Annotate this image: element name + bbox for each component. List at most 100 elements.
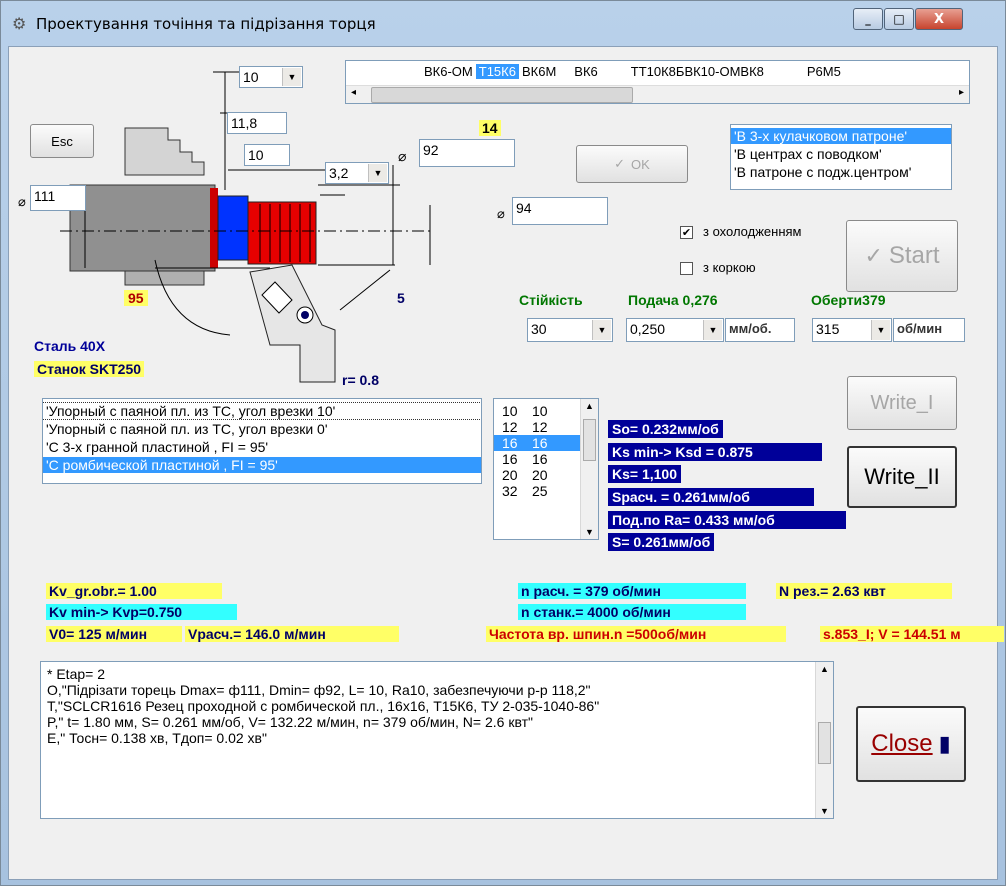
diameter-symbol: ⌀ xyxy=(497,206,505,221)
fixture-item-selected[interactable]: 'В 3-х кулачковом патроне' xyxy=(731,128,951,144)
size-row[interactable]: 32 25 xyxy=(494,483,582,499)
dim-118-field[interactable]: 11,8 xyxy=(227,112,287,134)
start-button[interactable]: ✓ Start xyxy=(846,220,958,292)
size-row-selected[interactable]: 16 16 xyxy=(494,435,582,451)
tool-item-selected[interactable]: 'С ромбической пластиной , FI = 95' xyxy=(43,457,481,473)
esc-button[interactable]: Esc xyxy=(30,124,94,158)
fixture-list[interactable]: 'В 3-х кулачковом патроне' 'В центрах с … xyxy=(730,124,952,190)
scroll-down-icon[interactable]: ▼ xyxy=(820,806,829,816)
durability-combo[interactable]: 30 ▼ xyxy=(527,318,613,342)
feed-combo[interactable]: 0,250 ▼ xyxy=(626,318,724,342)
memo-line: T,"SCLCR1616 Резец проходной с ромбическ… xyxy=(47,698,600,714)
tool-material-strip[interactable]: ВК6-ОМ Т15К6 ВК6М ВК6 ТТ10К8БВК10-ОМВК8 … xyxy=(345,60,970,104)
size-cell: 16 xyxy=(532,451,548,467)
chevron-down-icon[interactable]: ▼ xyxy=(368,164,387,182)
door-icon: ▮ xyxy=(938,731,951,756)
material-item[interactable]: Р6М5 xyxy=(804,64,844,79)
machine-label: Станок SKT250 xyxy=(34,361,145,377)
tool-item[interactable]: 'Упорный с паяной пл. из ТС, угол врезки… xyxy=(43,402,481,420)
chevron-down-icon[interactable]: ▼ xyxy=(592,320,611,340)
v-calc-label: Vрасч.= 146.0 м/мин xyxy=(185,626,399,642)
scroll-thumb[interactable] xyxy=(371,87,633,103)
write1-button[interactable]: Write_I xyxy=(847,376,957,430)
cooling-checkbox[interactable]: ✔ xyxy=(680,226,693,239)
s-calc-label: Sрасч. = 0.261мм/об xyxy=(608,488,814,506)
esc-button-label: Esc xyxy=(51,133,73,149)
size-list[interactable]: 10 10 12 12 16 16 16 16 20 20 32 25 ▲ ▼ xyxy=(493,398,599,540)
close-button[interactable]: Close ▮ xyxy=(856,706,966,782)
scroll-up-icon[interactable]: ▲ xyxy=(585,401,594,411)
write2-button-label: Write_II xyxy=(864,464,940,489)
material-item[interactable]: ВК6М xyxy=(519,64,568,79)
label-14: 14 xyxy=(479,120,501,136)
face-zone-blue xyxy=(217,195,249,261)
ok-button[interactable]: ✓ OK xyxy=(576,145,688,183)
horizontal-scrollbar[interactable]: ◂ ▸ xyxy=(346,85,969,103)
crust-checkbox[interactable] xyxy=(680,262,693,275)
material-item-selected[interactable]: Т15К6 xyxy=(475,64,519,79)
v0-label: V0= 125 м/мин xyxy=(46,626,182,642)
size-row[interactable]: 12 12 xyxy=(494,419,582,435)
rpm-combo[interactable]: 315 ▼ xyxy=(812,318,892,342)
workpiece-body xyxy=(69,184,216,272)
size-cell: 20 xyxy=(532,467,548,483)
scroll-up-icon[interactable]: ▲ xyxy=(820,664,829,674)
maximize-icon: □ xyxy=(893,12,905,26)
n-calc-label: n расч. = 379 об/мин xyxy=(518,583,746,599)
tool-item[interactable]: 'Упорный с паяной пл. из ТС, угол врезки… xyxy=(43,421,481,437)
angle-95-label: 95 xyxy=(124,290,148,306)
so-label: So= 0.232мм/об xyxy=(608,420,723,438)
scroll-right-icon[interactable]: ▸ xyxy=(959,87,964,98)
size-rows: 10 10 12 12 16 16 16 16 20 20 32 25 xyxy=(494,403,582,499)
diam-111-field[interactable]: 111 xyxy=(30,185,86,211)
size-list-scrollbar[interactable]: ▲ ▼ xyxy=(580,399,598,539)
dim-10-field[interactable]: 10 xyxy=(244,144,290,166)
durability-value: 30 xyxy=(531,321,547,337)
s-label: S= 0.261мм/об xyxy=(608,533,715,551)
feed-value: 0,250 xyxy=(630,321,666,337)
roughness-combo[interactable]: 3,2 ▼ xyxy=(325,162,389,184)
check-icon: ✓ xyxy=(864,243,883,268)
size-cell: 16 xyxy=(532,435,548,451)
size-row[interactable]: 20 20 xyxy=(494,467,582,483)
chevron-down-icon[interactable]: ▼ xyxy=(703,320,722,340)
angle-combo[interactable]: 10 ▼ xyxy=(239,66,303,88)
memo-line: P," t= 1.80 мм, S= 0.261 мм/об, V= 132.2… xyxy=(47,714,533,730)
material-label: Сталь 40Х xyxy=(34,338,106,354)
chevron-down-icon[interactable]: ▼ xyxy=(282,68,301,86)
material-item[interactable]: ВК6 xyxy=(568,64,627,79)
chuck-lower xyxy=(124,270,205,286)
crust-label: з коркою xyxy=(703,260,756,275)
radius-label: r= 0.8 xyxy=(342,372,379,388)
fixture-item[interactable]: 'В центрах с поводком' xyxy=(731,146,951,162)
facing-zone xyxy=(210,188,218,268)
material-item[interactable]: ВК6-ОМ xyxy=(421,64,476,79)
size-cell: 25 xyxy=(532,483,548,499)
material-item[interactable]: ТТ10К8БВК10-ОМВК8 xyxy=(628,64,804,79)
process-memo[interactable]: * Etap= 2 O,"Підрізати торець Dmax= ф111… xyxy=(40,661,834,819)
size-cell: 12 xyxy=(532,419,548,435)
diam-94-field[interactable]: 94 xyxy=(512,197,608,225)
fixture-item[interactable]: 'В патроне с подж.центром' xyxy=(731,164,951,180)
diam-92-field[interactable]: 92 xyxy=(419,139,515,167)
scroll-left-icon[interactable]: ◂ xyxy=(351,87,356,98)
maximize-button[interactable]: □ xyxy=(884,8,914,30)
minimize-button[interactable]: _ xyxy=(853,8,883,30)
write2-button[interactable]: Write_II xyxy=(847,446,957,508)
memo-line: O,"Підрізати торець Dmax= ф111, Dmin= ф9… xyxy=(47,682,591,698)
memo-scrollbar[interactable]: ▲ ▼ xyxy=(815,662,833,818)
chevron-down-icon[interactable]: ▼ xyxy=(871,320,890,340)
diameter-symbol: ⌀ xyxy=(398,148,407,164)
size-cell: 10 xyxy=(532,403,548,419)
scroll-thumb[interactable] xyxy=(583,419,596,461)
window-close-button[interactable]: X xyxy=(915,8,963,30)
ok-button-label: OK xyxy=(631,156,650,172)
tool-item[interactable]: 'С 3-х гранной пластиной , FI = 95' xyxy=(43,439,481,455)
feed-unit: мм/об. xyxy=(725,318,795,342)
scroll-thumb[interactable] xyxy=(818,722,831,764)
scroll-down-icon[interactable]: ▼ xyxy=(585,527,594,537)
size-row[interactable]: 10 10 xyxy=(494,403,582,419)
ks-label: Ks= 1,100 xyxy=(608,465,681,483)
size-row[interactable]: 16 16 xyxy=(494,451,582,467)
tool-type-list[interactable]: 'Упорный с паяной пл. из ТС, угол врезки… xyxy=(42,398,482,484)
